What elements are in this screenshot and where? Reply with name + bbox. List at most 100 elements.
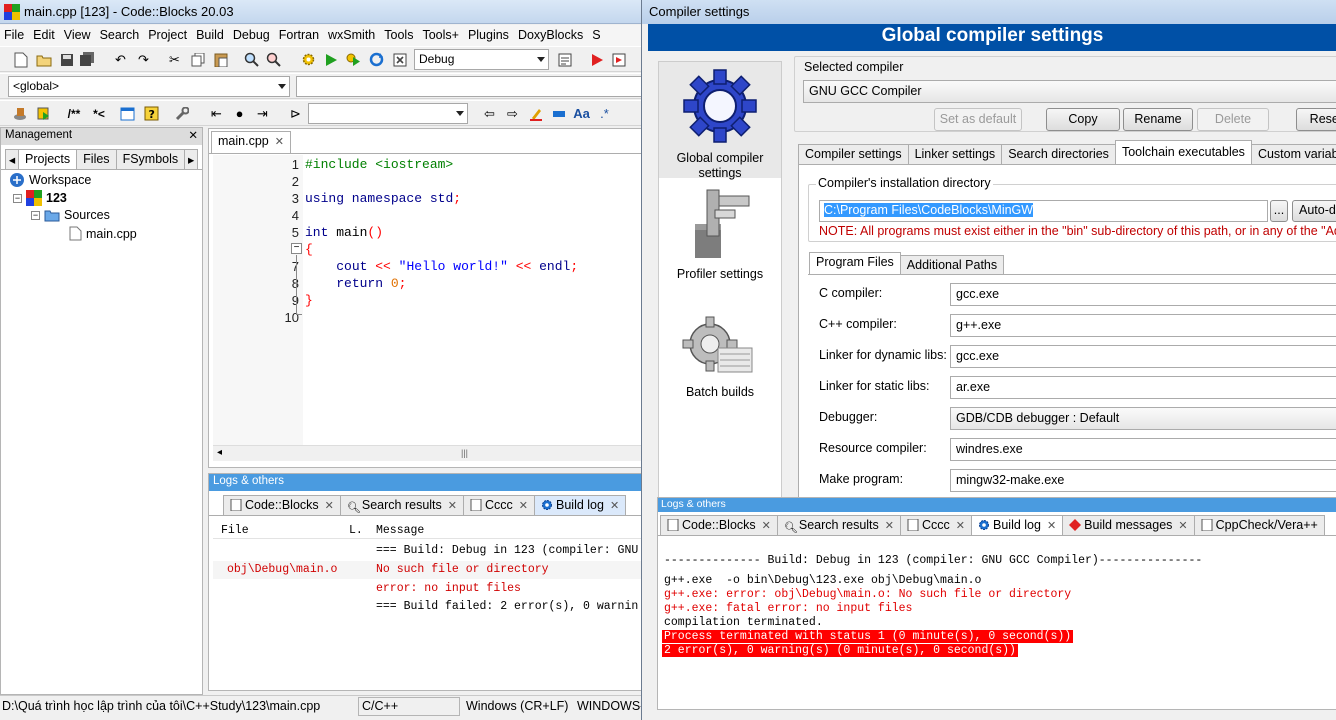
- code-line-8[interactable]: return 0;: [305, 276, 406, 291]
- replace-icon[interactable]: [265, 51, 282, 68]
- scope-select[interactable]: <global>: [8, 76, 290, 97]
- set-as-default-button[interactable]: Set as default: [934, 108, 1022, 131]
- menu-wxsmith[interactable]: wxSmith: [324, 25, 380, 42]
- menu-tools[interactable]: Tools: [380, 25, 418, 42]
- column-file[interactable]: File: [221, 524, 249, 537]
- menu-file[interactable]: File: [0, 25, 29, 42]
- tab-projects[interactable]: Projects: [18, 149, 78, 169]
- comment-line-icon[interactable]: *<: [89, 105, 109, 122]
- resource-compiler-input[interactable]: windres.exe: [950, 438, 1336, 461]
- run-to-cursor-icon[interactable]: [610, 51, 627, 68]
- close-icon[interactable]: ✕: [762, 520, 771, 532]
- build-options-icon[interactable]: [556, 51, 573, 68]
- tab-scroll-right[interactable]: ▸: [184, 149, 199, 169]
- menu-build[interactable]: Build: [192, 25, 229, 42]
- scroll-thumb-grip[interactable]: |||: [461, 448, 468, 458]
- tab-toolchain-executables[interactable]: Toolchain executables: [1114, 140, 1252, 164]
- abort-icon[interactable]: [391, 51, 408, 68]
- table-row[interactable]: === Build: Debug in 123 (compiler: GNU: [213, 542, 644, 560]
- window-icon[interactable]: [119, 105, 136, 122]
- tab-build-log[interactable]: Build log ✕: [534, 495, 627, 515]
- tab-codeblocks-log[interactable]: Code::Blocks ✕: [223, 495, 341, 515]
- tab-cccc[interactable]: Cccc ✕: [463, 495, 535, 515]
- tools-icon[interactable]: [173, 105, 190, 122]
- search-go-icon[interactable]: ⊳: [287, 105, 304, 122]
- close-icon[interactable]: ✕: [519, 500, 528, 512]
- compiler-select[interactable]: GNU GCC Compiler: [803, 80, 1336, 103]
- code-line-1[interactable]: #include <iostream>: [305, 157, 453, 172]
- jump-icon[interactable]: [35, 105, 52, 122]
- code-line-7[interactable]: cout << "Hello world!" << endl;: [305, 259, 578, 274]
- save-icon[interactable]: [58, 51, 75, 68]
- collapse-icon[interactable]: −: [13, 193, 22, 203]
- rebuild-icon[interactable]: [368, 51, 385, 68]
- fold-icon[interactable]: −: [291, 243, 302, 254]
- tab-build-log[interactable]: Build log ✕: [971, 515, 1064, 535]
- make-program-input[interactable]: mingw32-make.exe: [950, 469, 1336, 492]
- collapse-icon[interactable]: −: [31, 210, 40, 220]
- tab-files[interactable]: Files: [76, 149, 117, 169]
- table-row[interactable]: obj\Debug\main.o No such file or directo…: [213, 561, 644, 579]
- column-line[interactable]: L.: [349, 524, 363, 537]
- close-icon[interactable]: ✕: [1178, 520, 1187, 532]
- close-icon[interactable]: ✕: [448, 500, 457, 512]
- delete-button[interactable]: Delete: [1197, 108, 1269, 131]
- back-icon[interactable]: ⇦: [481, 105, 498, 122]
- build-icon[interactable]: [300, 51, 317, 68]
- tab-main-cpp[interactable]: main.cpp ✕: [211, 131, 291, 153]
- build-and-run-icon[interactable]: [345, 51, 362, 68]
- close-icon[interactable]: ✕: [956, 520, 965, 532]
- run-icon[interactable]: [322, 51, 339, 68]
- menu-project[interactable]: Project: [144, 25, 192, 42]
- copy-icon[interactable]: [189, 51, 206, 68]
- code-line-3[interactable]: using namespace std;: [305, 191, 461, 206]
- next-bookmark-icon[interactable]: ⇥: [254, 105, 271, 122]
- tree-workspace[interactable]: Workspace: [9, 172, 91, 188]
- close-icon[interactable]: ✕: [275, 136, 284, 148]
- build-target-select[interactable]: Debug: [414, 49, 549, 70]
- menu-search[interactable]: Search: [96, 25, 145, 42]
- menu-fortran[interactable]: Fortran: [275, 25, 324, 42]
- selected-text-icon[interactable]: [550, 105, 567, 122]
- tab-cccc[interactable]: Cccc ✕: [900, 515, 972, 535]
- find-icon[interactable]: [243, 51, 260, 68]
- function-select[interactable]: [296, 76, 645, 97]
- tab-scroll-left[interactable]: ◂: [5, 149, 19, 169]
- scroll-left-icon[interactable]: ◂: [217, 447, 222, 458]
- highlight-icon[interactable]: [527, 105, 544, 122]
- c-compiler-input[interactable]: gcc.exe: [950, 283, 1336, 306]
- undo-icon[interactable]: ↶: [112, 51, 129, 68]
- help-icon[interactable]: ?: [143, 105, 160, 122]
- close-icon[interactable]: ✕: [188, 128, 198, 142]
- tab-search-directories[interactable]: Search directories: [1001, 144, 1116, 164]
- menu-settings[interactable]: S: [588, 25, 605, 42]
- browse-button[interactable]: ...: [1270, 200, 1288, 222]
- match-case-icon[interactable]: Aa: [573, 105, 590, 122]
- debug-run-icon[interactable]: [588, 51, 605, 68]
- code-line-9[interactable]: }: [305, 293, 313, 308]
- tree-file-main[interactable]: main.cpp: [69, 226, 137, 241]
- close-icon[interactable]: ✕: [325, 500, 334, 512]
- close-icon[interactable]: ✕: [885, 520, 894, 532]
- code-line-5[interactable]: int main(): [305, 225, 383, 240]
- nav-profiler-settings[interactable]: Profiler settings: [659, 184, 781, 294]
- tree-project[interactable]: − 123: [13, 190, 67, 206]
- horizontal-scrollbar[interactable]: ◂ |||: [213, 445, 643, 461]
- tab-codeblocks-log[interactable]: Code::Blocks ✕: [660, 515, 778, 535]
- dynamic-linker-input[interactable]: gcc.exe: [950, 345, 1336, 368]
- close-icon[interactable]: ✕: [1047, 520, 1056, 532]
- debugger-select[interactable]: GDB/CDB debugger : Default: [950, 407, 1336, 430]
- menu-doxyblocks[interactable]: DoxyBlocks: [514, 25, 588, 42]
- regex-icon[interactable]: .*: [596, 105, 613, 122]
- forward-icon[interactable]: ⇨: [504, 105, 521, 122]
- rename-button[interactable]: Rename: [1123, 108, 1193, 131]
- open-file-icon[interactable]: [35, 51, 52, 68]
- install-dir-input[interactable]: C:\Program Files\CodeBlocks\MinGW: [819, 200, 1268, 222]
- tab-additional-paths[interactable]: Additional Paths: [899, 255, 1005, 275]
- tab-cppcheck[interactable]: CppCheck/Vera++: [1193, 515, 1325, 535]
- menu-debug[interactable]: Debug: [229, 25, 275, 42]
- menu-view[interactable]: View: [60, 25, 96, 42]
- copy-button[interactable]: Copy: [1046, 108, 1120, 131]
- toggle-bookmark-icon[interactable]: ●: [231, 105, 248, 122]
- tab-linker-settings[interactable]: Linker settings: [907, 144, 1003, 164]
